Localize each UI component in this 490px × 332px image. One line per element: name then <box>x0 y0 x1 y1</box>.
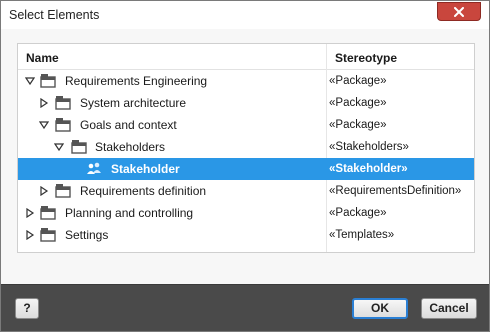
tree-row-stereotype: «Package» <box>329 119 387 131</box>
cancel-button[interactable]: Cancel <box>421 298 477 319</box>
close-icon <box>454 6 464 17</box>
tree-row-stereotype: «Templates» <box>329 229 395 241</box>
tree-row-goals-and-context[interactable]: Goals and context «Package» <box>18 114 474 136</box>
tree-row-stereotype: «Package» <box>329 75 387 87</box>
close-button[interactable] <box>437 2 481 21</box>
title-bar: Select Elements <box>1 1 489 29</box>
tree-row-stereotype: «Package» <box>329 97 387 109</box>
tree-row-label: Settings <box>65 228 109 242</box>
help-button[interactable]: ? <box>15 298 39 319</box>
package-icon <box>55 96 71 110</box>
tree-row-label: Requirements definition <box>80 184 207 198</box>
tree-row-label: Goals and context <box>80 118 177 132</box>
tree-row-system-architecture[interactable]: System architecture «Package» <box>18 92 474 114</box>
tree-row-label: Planning and controlling <box>65 206 194 220</box>
dialog-footer: ? OK Cancel <box>1 284 489 331</box>
tree-row-label: Stakeholder <box>111 162 180 176</box>
column-header-stereotype[interactable]: Stereotype <box>335 51 397 65</box>
collapsed-triangle-icon[interactable] <box>39 186 49 196</box>
package-icon <box>40 206 56 220</box>
column-header-name[interactable]: Name <box>26 51 59 65</box>
expanded-triangle-icon[interactable] <box>54 142 64 152</box>
table-header: Name Stereotype <box>18 44 474 70</box>
package-icon <box>55 184 71 198</box>
tree-row-requirements-engineering[interactable]: Requirements Engineering «Package» <box>18 70 474 92</box>
tree-row-stakeholders[interactable]: Stakeholders «Stakeholders» <box>18 136 474 158</box>
ok-button[interactable]: OK <box>352 298 408 319</box>
package-icon <box>40 228 56 242</box>
stakeholder-icon <box>87 162 101 174</box>
package-icon <box>40 74 56 88</box>
tree-row-stereotype: «Stakeholder» <box>329 163 408 175</box>
tree-row-stakeholder[interactable]: Stakeholder «Stakeholder» <box>18 158 474 180</box>
tree-row-settings[interactable]: Settings «Templates» <box>18 224 474 246</box>
tree-row-requirements-definition[interactable]: Requirements definition «RequirementsDef… <box>18 180 474 202</box>
element-tree-table: Name Stereotype Requirements Engineering… <box>17 43 475 253</box>
tree-row-label: System architecture <box>80 96 187 110</box>
expanded-triangle-icon[interactable] <box>39 120 49 130</box>
tree-row-planning-and-controlling[interactable]: Planning and controlling «Package» <box>18 202 474 224</box>
tree-row-label: Requirements Engineering <box>65 74 208 88</box>
collapsed-triangle-icon[interactable] <box>25 208 35 218</box>
tree-row-stereotype: «Stakeholders» <box>329 141 409 153</box>
select-elements-dialog: Select Elements Name Stereotype Requirem… <box>0 0 490 332</box>
package-icon <box>55 118 71 132</box>
dialog-title: Select Elements <box>9 8 100 22</box>
expanded-triangle-icon[interactable] <box>25 76 35 86</box>
package-icon <box>71 140 87 154</box>
collapsed-triangle-icon[interactable] <box>39 98 49 108</box>
collapsed-triangle-icon[interactable] <box>25 230 35 240</box>
tree-row-stereotype: «RequirementsDefinition» <box>329 185 462 197</box>
tree-row-label: Stakeholders <box>95 140 166 154</box>
tree-row-stereotype: «Package» <box>329 207 387 219</box>
